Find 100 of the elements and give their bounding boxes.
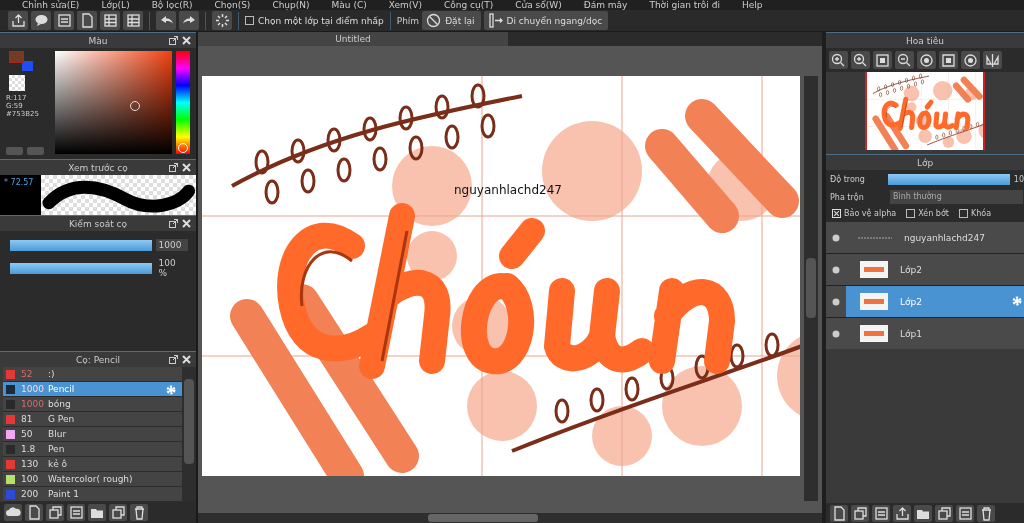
brush-item[interactable]: 1000 bóng: [3, 397, 182, 412]
toolbar-button[interactable]: [8, 11, 28, 30]
layer-button[interactable]: [872, 504, 890, 522]
loading-button[interactable]: [212, 11, 232, 30]
close-icon[interactable]: [182, 219, 191, 228]
toolbar-button[interactable]: [123, 11, 143, 30]
checkbox[interactable]: Chọn một lớp tại điểm nhấp: [245, 15, 384, 26]
menu-item[interactable]: Xem(V): [388, 0, 422, 10]
scrollbar[interactable]: [198, 513, 822, 523]
toolbar-button[interactable]: [54, 11, 74, 30]
layer-row[interactable]: Lớp2: [826, 254, 1024, 285]
popout-icon[interactable]: [169, 36, 178, 45]
brush-item[interactable]: 52 :): [3, 367, 182, 382]
speech-bubble-icon: [32, 12, 50, 29]
loading-icon: [213, 12, 231, 29]
menu-item[interactable]: Bộ lọc(R): [151, 0, 193, 10]
zoom-out-icon: [896, 51, 913, 69]
navigator-button[interactable]: [983, 51, 1002, 69]
brush-item[interactable]: 1.8 Pen: [3, 442, 182, 457]
panel-button[interactable]: [88, 504, 106, 521]
toolbar-button[interactable]: Di chuyển ngang/dọc: [483, 11, 609, 30]
checkbox[interactable]: Xén bớt: [906, 209, 949, 218]
panel-button[interactable]: [109, 504, 127, 521]
layer-button[interactable]: [914, 504, 932, 522]
menu-item[interactable]: Help: [741, 0, 763, 10]
scrollbar[interactable]: [804, 76, 818, 501]
navigator-button[interactable]: [917, 51, 936, 69]
panel-title: Kiểm soát cọ: [68, 218, 128, 229]
redo-button[interactable]: [179, 11, 199, 30]
visibility-icon[interactable]: [832, 265, 840, 274]
layer-button[interactable]: [956, 504, 974, 522]
saturation-value-picker[interactable]: [55, 51, 172, 154]
brush-item[interactable]: 130 kẻ ô: [3, 457, 182, 472]
navigator-button[interactable]: [873, 51, 892, 69]
menu-item[interactable]: Chụp(N): [272, 0, 310, 10]
panel-button[interactable]: [67, 504, 85, 521]
checkbox[interactable]: Bảo vệ alpha: [832, 209, 897, 218]
blend-mode-dropdown[interactable]: Bình thường: [890, 190, 1023, 204]
canvas-text: nguyanhlachd247: [454, 183, 562, 197]
popout-icon[interactable]: [169, 163, 178, 172]
toolbar-button[interactable]: [31, 11, 51, 30]
scrollbar[interactable]: [182, 367, 196, 502]
layer-row[interactable]: Lớp1: [826, 318, 1024, 349]
transparent-swatch[interactable]: [9, 75, 25, 91]
visibility-icon[interactable]: [832, 297, 840, 306]
layer-row[interactable]: nguyanhlachd247: [826, 222, 1024, 253]
checkbox[interactable]: Khóa: [958, 209, 992, 218]
toolbar-button[interactable]: Đặt lại: [422, 11, 481, 30]
document-tab[interactable]: Untitled: [198, 32, 508, 46]
popout-icon[interactable]: [169, 355, 178, 364]
panel-button[interactable]: [46, 504, 64, 521]
menu-item[interactable]: Chọn(S): [214, 0, 251, 10]
visibility-icon[interactable]: [832, 329, 840, 338]
visibility-icon[interactable]: [832, 233, 840, 242]
navigator-button[interactable]: [851, 51, 870, 69]
navigator-button[interactable]: [895, 51, 914, 69]
value-field[interactable]: 1000: [156, 239, 188, 251]
brush-item[interactable]: 100 Watercolor( rough): [3, 472, 182, 487]
menu-item[interactable]: Màu (C): [331, 0, 367, 10]
panel-button[interactable]: [4, 504, 22, 521]
navigator-button[interactable]: [961, 51, 980, 69]
canvas[interactable]: nguyanhlachd247: [202, 76, 800, 476]
navigator-button[interactable]: [829, 51, 848, 69]
menu-item[interactable]: Công cụ(T): [443, 0, 494, 10]
close-icon[interactable]: [182, 163, 191, 172]
zoom-in-icon: [852, 51, 869, 69]
fit-icon: [874, 51, 891, 69]
layer-button[interactable]: [851, 504, 869, 522]
copy-icon: [46, 504, 64, 521]
opacity-slider-fill[interactable]: [888, 173, 1010, 185]
menu-item[interactable]: Cửa sổ(W): [515, 0, 562, 10]
blend-label: Pha trộn: [830, 192, 865, 202]
slider-fill[interactable]: [10, 262, 153, 274]
toolbar-button[interactable]: [77, 11, 97, 30]
menu-item[interactable]: Thời gian trôi đi: [649, 0, 720, 10]
slider-fill[interactable]: [10, 239, 153, 251]
menu-item[interactable]: Chỉnh sửa(E): [22, 0, 80, 10]
list-icon: [55, 12, 73, 29]
navigator-button[interactable]: [939, 51, 958, 69]
layer-thumbnail: [860, 261, 888, 278]
hue-slider[interactable]: [176, 51, 190, 154]
popout-icon[interactable]: [169, 219, 178, 228]
layer-button[interactable]: [893, 504, 911, 522]
toolbar-button[interactable]: [100, 11, 120, 30]
background-color-swatch[interactable]: [22, 61, 33, 71]
panel-button[interactable]: [130, 504, 148, 521]
close-icon[interactable]: [182, 355, 191, 364]
brush-item[interactable]: 81 G Pen: [3, 412, 182, 427]
layer-button[interactable]: [935, 504, 953, 522]
foreground-color-swatch[interactable]: [9, 51, 24, 63]
menu-item[interactable]: Lớp(L): [101, 0, 130, 10]
brush-item[interactable]: 50 Blur: [3, 427, 182, 442]
undo-button[interactable]: [156, 11, 176, 30]
close-icon[interactable]: [182, 36, 191, 45]
value-text: 100 %: [157, 257, 177, 279]
panel-button[interactable]: [25, 504, 43, 521]
layer-button[interactable]: [977, 504, 995, 522]
layer-button[interactable]: [830, 504, 848, 522]
brush-item[interactable]: 200 Paint 1: [3, 487, 182, 502]
menu-item[interactable]: Đám mây: [583, 0, 628, 10]
